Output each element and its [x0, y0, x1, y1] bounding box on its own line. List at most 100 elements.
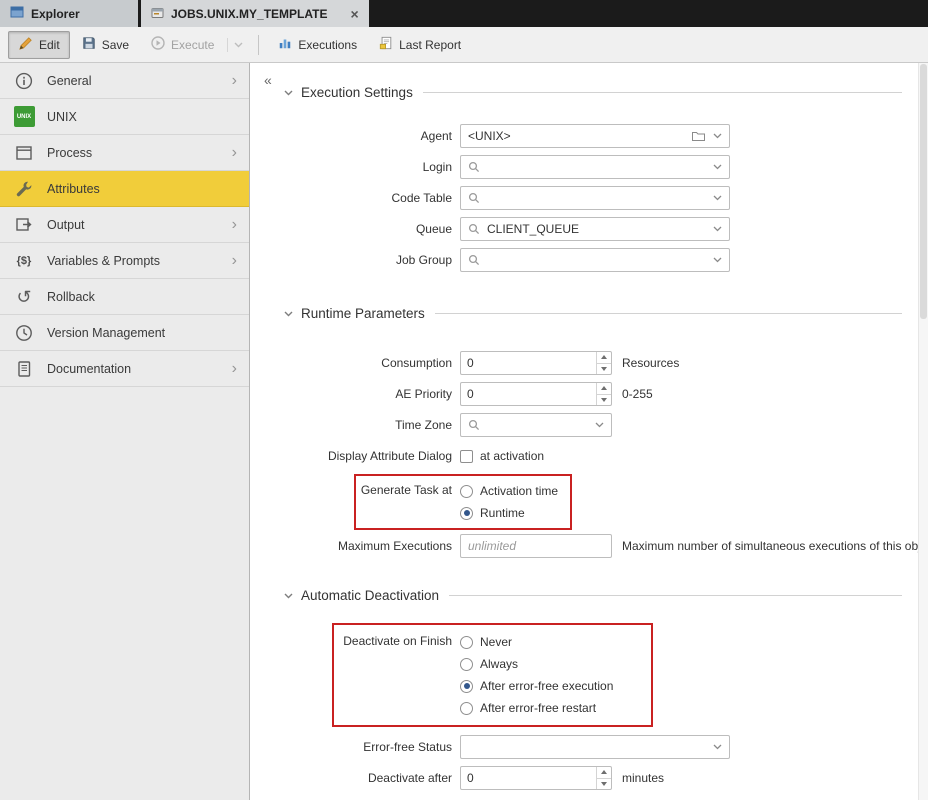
spinner: [596, 767, 611, 789]
folder-icon[interactable]: [691, 130, 706, 142]
chevron-down-icon[interactable]: [713, 226, 722, 232]
spin-down-button[interactable]: [597, 364, 611, 375]
executions-button[interactable]: Executions: [268, 31, 367, 58]
last-report-button[interactable]: Last Report: [369, 31, 471, 58]
section-divider: [435, 313, 902, 314]
sidebar-item-label: Output: [47, 218, 232, 232]
chevron-right-icon: ›: [232, 361, 237, 377]
radio-never[interactable]: Never: [460, 631, 613, 653]
collapse-section-icon[interactable]: [284, 90, 293, 96]
chevron-down-icon[interactable]: [713, 195, 722, 201]
sidebar-item-general[interactable]: General ›: [0, 63, 249, 99]
code-table-combobox[interactable]: [460, 186, 730, 210]
spinner: [596, 383, 611, 405]
ae-priority-value[interactable]: [461, 383, 596, 405]
radio-runtime[interactable]: Runtime: [460, 502, 558, 524]
search-icon: [468, 254, 480, 266]
radio-label: Runtime: [480, 506, 525, 520]
consumption-value[interactable]: [461, 352, 596, 374]
sidebar-item-unix[interactable]: UNIX UNIX: [0, 99, 249, 135]
error-free-status-combobox[interactable]: [460, 735, 730, 759]
sidebar-item-label: Attributes: [47, 182, 237, 196]
job-group-row: Job Group: [284, 248, 902, 272]
spin-up-button[interactable]: [597, 352, 611, 364]
collapse-sidebar-icon[interactable]: «: [264, 72, 272, 88]
scrollbar-thumb[interactable]: [920, 64, 927, 319]
sidebar-item-attributes[interactable]: Attributes: [0, 171, 249, 207]
execute-dropdown-button[interactable]: [227, 38, 249, 52]
sidebar-item-process[interactable]: Process ›: [0, 135, 249, 171]
sidebar-item-version-management[interactable]: Version Management: [0, 315, 249, 351]
deactivate-after-input: [460, 766, 612, 790]
chevron-down-icon[interactable]: [713, 257, 722, 263]
login-combobox[interactable]: [460, 155, 730, 179]
sidebar-item-rollback[interactable]: ↺ Rollback: [0, 279, 249, 315]
deactivate-after-value[interactable]: [461, 767, 596, 789]
field-suffix: 0-255: [622, 387, 653, 401]
document-icon: [12, 360, 36, 378]
collapse-section-icon[interactable]: [284, 311, 293, 317]
spin-down-button[interactable]: [597, 779, 611, 790]
radio-after-error-free-restart[interactable]: After error-free restart: [460, 697, 613, 719]
executions-button-label: Executions: [298, 38, 357, 52]
edit-button-label: Edit: [39, 38, 60, 52]
execute-button-label: Execute: [171, 38, 214, 52]
radio-label: Always: [480, 657, 518, 671]
sidebar-item-documentation[interactable]: Documentation ›: [0, 351, 249, 387]
time-zone-combobox[interactable]: [460, 413, 612, 437]
deactivate-after-row: Deactivate after minutes: [284, 766, 902, 790]
section-runtime-parameters: Runtime Parameters: [284, 306, 902, 321]
spin-up-button[interactable]: [597, 767, 611, 779]
save-icon: [82, 36, 96, 53]
chevron-right-icon: ›: [232, 73, 237, 89]
queue-combobox[interactable]: CLIENT_QUEUE: [460, 217, 730, 241]
sidebar-item-variables-prompts[interactable]: {$} Variables & Prompts ›: [0, 243, 249, 279]
field-label: Maximum Executions: [284, 539, 460, 553]
save-button[interactable]: Save: [72, 31, 139, 58]
maximum-executions-input[interactable]: [460, 534, 612, 558]
tab-explorer[interactable]: Explorer: [0, 0, 138, 27]
close-icon[interactable]: ×: [350, 7, 358, 21]
sidebar-item-label: Rollback: [47, 290, 237, 304]
chevron-down-icon[interactable]: [713, 744, 722, 750]
rollback-icon: ↺: [12, 288, 36, 306]
section-divider: [449, 595, 902, 596]
unix-icon: UNIX: [12, 106, 36, 127]
field-label: Time Zone: [284, 418, 460, 432]
edit-button[interactable]: Edit: [8, 31, 70, 59]
queue-value: CLIENT_QUEUE: [487, 222, 706, 236]
field-label: Code Table: [284, 191, 460, 205]
tab-document[interactable]: JOBS.UNIX.MY_TEMPLATE ×: [141, 0, 369, 27]
radio-activation-time[interactable]: Activation time: [460, 480, 558, 502]
tab-document-label: JOBS.UNIX.MY_TEMPLATE: [171, 7, 327, 21]
radio-always[interactable]: Always: [460, 653, 613, 675]
login-row: Login: [284, 155, 902, 179]
chevron-down-icon[interactable]: [713, 133, 722, 139]
chevron-right-icon: ›: [232, 145, 237, 161]
collapse-section-icon[interactable]: [284, 593, 293, 599]
field-suffix: minutes: [622, 771, 664, 785]
execute-button[interactable]: Execute: [141, 31, 224, 58]
ae-priority-row: AE Priority 0-255: [284, 382, 902, 406]
job-icon: [151, 6, 164, 22]
chevron-down-icon[interactable]: [595, 422, 604, 428]
spin-down-button[interactable]: [597, 395, 611, 406]
field-label: Generate Task at: [356, 480, 460, 497]
agent-combobox[interactable]: <UNIX>: [460, 124, 730, 148]
at-activation-checkbox[interactable]: [460, 450, 473, 463]
job-group-combobox[interactable]: [460, 248, 730, 272]
radio-icon-selected: [460, 680, 473, 693]
output-icon: [12, 216, 36, 234]
spin-up-button[interactable]: [597, 383, 611, 395]
radio-after-error-free-execution[interactable]: After error-free execution: [460, 675, 613, 697]
tab-explorer-label: Explorer: [31, 7, 80, 21]
field-label: Display Attribute Dialog: [284, 449, 460, 463]
sidebar-item-output[interactable]: Output ›: [0, 207, 249, 243]
radio-icon: [460, 658, 473, 671]
sidebar-item-label: Variables & Prompts: [47, 254, 232, 268]
application-window: Explorer JOBS.UNIX.MY_TEMPLATE × Edit Sa…: [0, 0, 928, 800]
section-execution-settings: Execution Settings: [284, 85, 902, 100]
edit-icon: [18, 36, 33, 54]
vertical-scrollbar[interactable]: [918, 63, 928, 800]
chevron-down-icon[interactable]: [713, 164, 722, 170]
